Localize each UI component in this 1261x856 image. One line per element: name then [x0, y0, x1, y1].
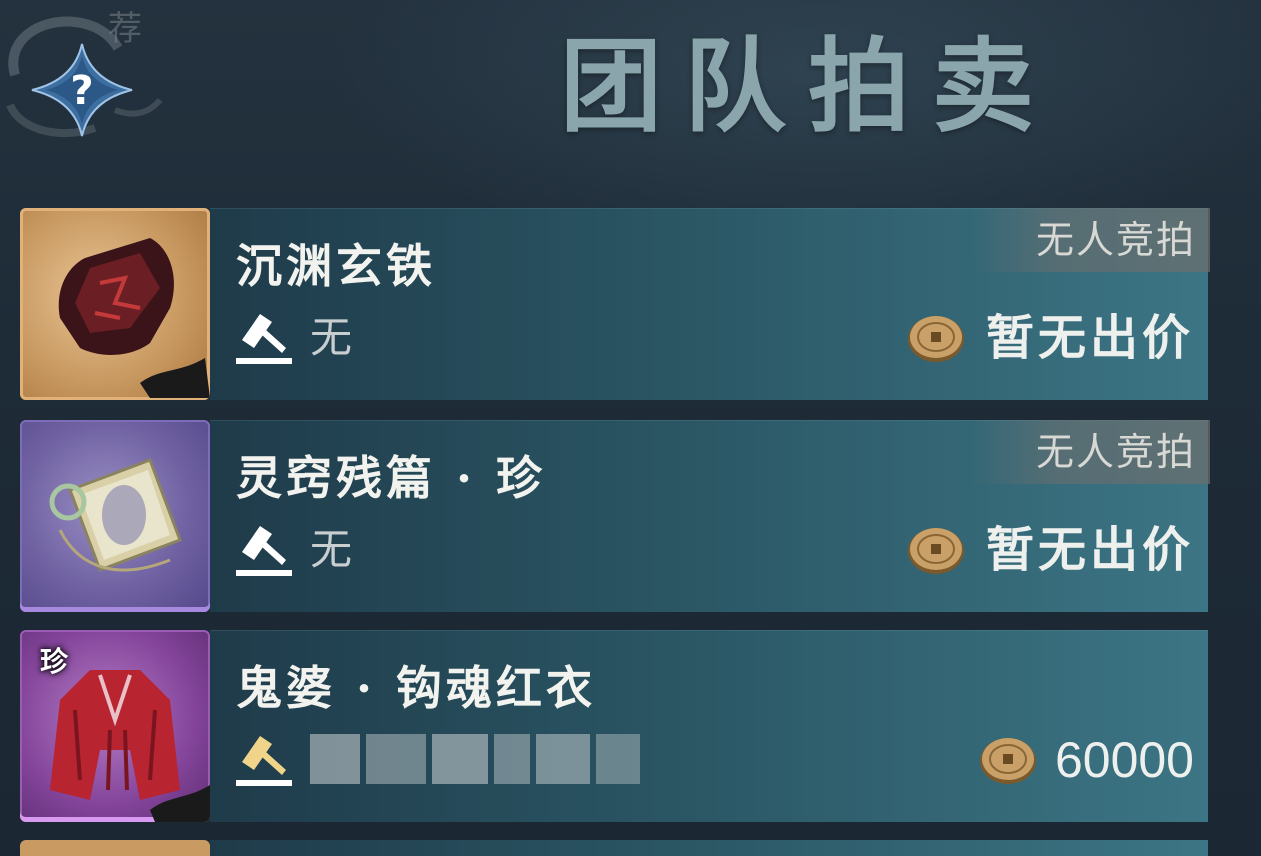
auction-item-row[interactable]: 灵窍残篇 · 珍 无 无人竞拍 暂无出价: [20, 420, 1210, 612]
bronze-coin-icon: [980, 738, 1036, 784]
price-text: 暂无出价: [985, 310, 1194, 366]
status-tag: 无人竞拍: [974, 208, 1210, 272]
bidder-name-blurred: [310, 734, 640, 784]
rare-tag: 珍: [39, 645, 68, 678]
next-item-row-partial[interactable]: [20, 840, 1210, 856]
item-thumbnail: [20, 840, 210, 856]
bronze-coin-icon: [908, 316, 964, 362]
gavel-hammer-icon: [236, 314, 292, 364]
scroll-book-icon: [49, 458, 182, 572]
bronze-coin-icon: [908, 528, 964, 574]
auction-list: 沉渊玄铁 无 无人竞拍 暂无出价 灵窍残篇 · 珍 无 无人竞拍 暂无出价 珍 …: [0, 0, 1261, 856]
item-name: 鬼婆 · 钩魂红衣: [236, 661, 597, 715]
status-tag: 无人竞拍: [974, 420, 1210, 484]
gavel-hammer-icon: [236, 736, 292, 786]
auction-item-row[interactable]: 沉渊玄铁 无 无人竞拍 暂无出价: [20, 208, 1210, 400]
auction-item-row[interactable]: 珍 鬼婆 · 钩魂红衣 60000: [20, 630, 1210, 822]
price-text: 60000: [1055, 728, 1194, 792]
item-name: 沉渊玄铁: [236, 239, 436, 293]
item-name: 灵窍残篇 · 珍: [236, 451, 547, 505]
bidder-name: 无: [310, 525, 353, 574]
bidder-name: 无: [310, 313, 353, 362]
price-text: 暂无出价: [985, 522, 1194, 578]
price-value: 60000: [1054, 732, 1194, 788]
gavel-hammer-icon: [236, 526, 292, 576]
item-thumbnail: 珍: [20, 630, 210, 822]
auction-screen: 荐 ? 团队拍卖 沉渊玄铁 无 无人竞拍 暂无出价 灵窍残篇 · 珍 无 无人竞…: [0, 0, 1261, 856]
item-thumbnail: [20, 420, 210, 612]
dark-red-ore-icon: [58, 238, 210, 398]
item-thumbnail: [20, 208, 210, 400]
row-background: [210, 840, 1208, 856]
